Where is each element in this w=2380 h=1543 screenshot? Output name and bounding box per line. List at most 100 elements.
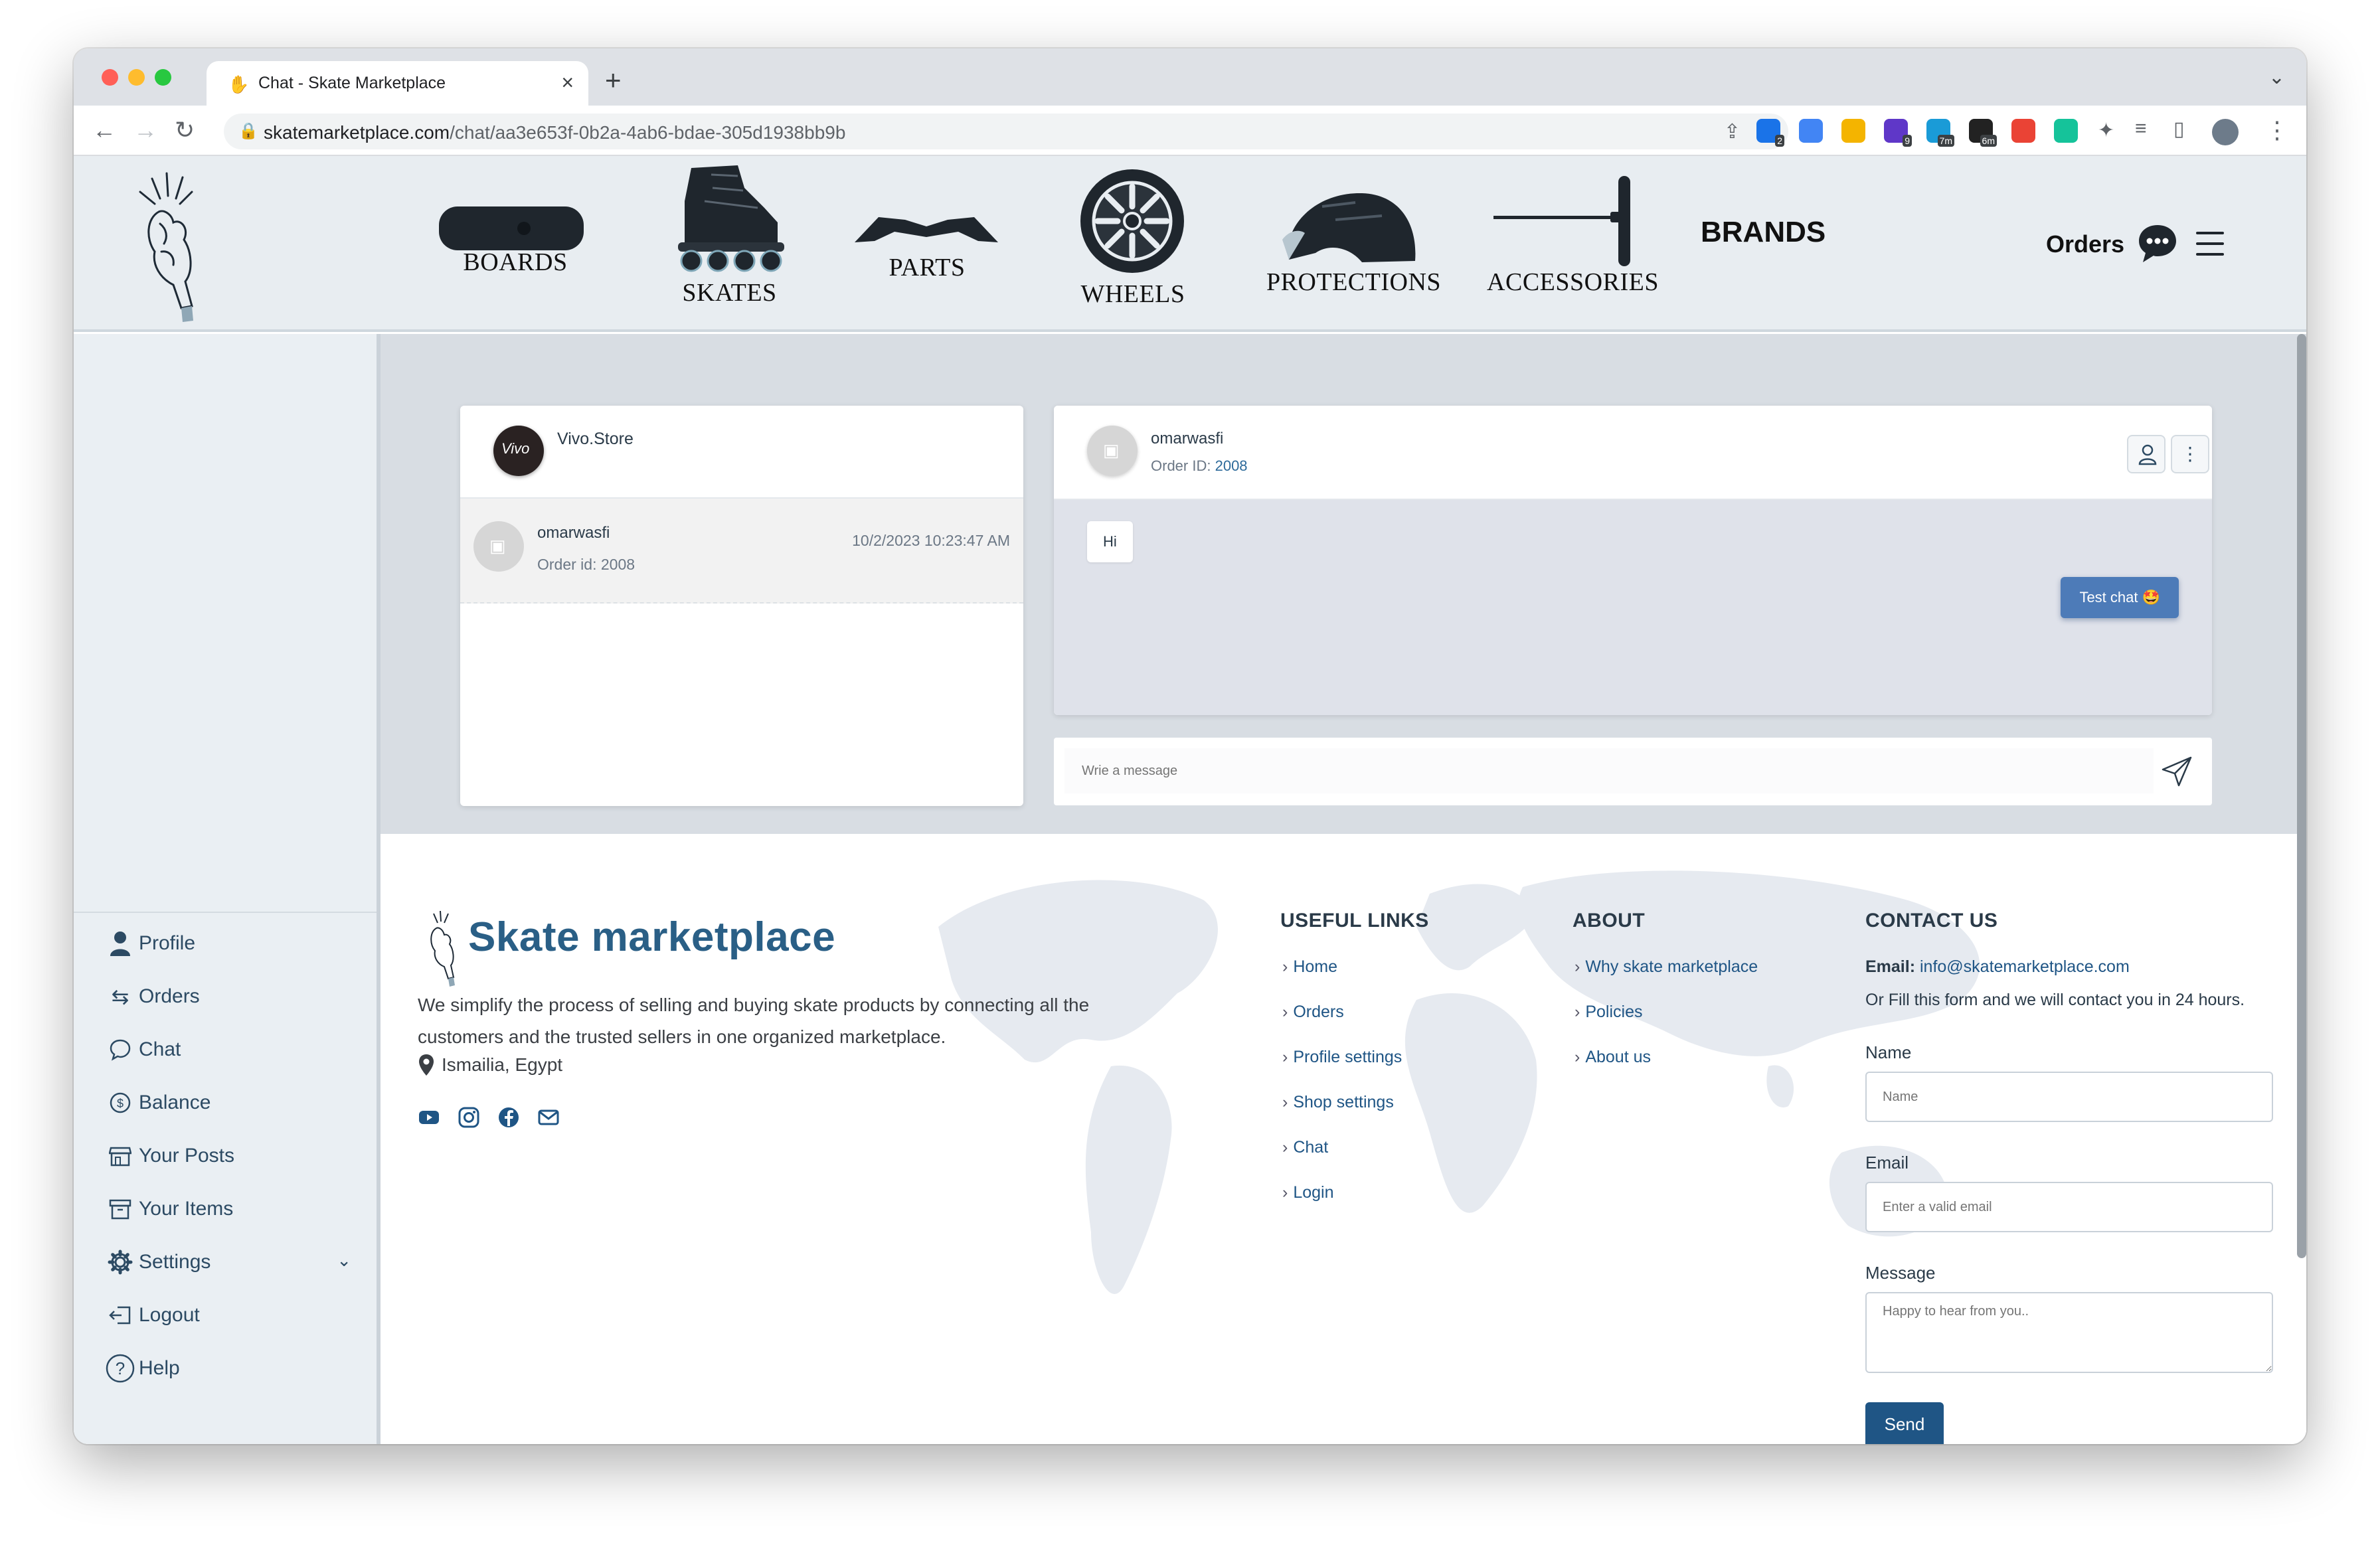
accessories-category-image[interactable] bbox=[1491, 175, 1650, 268]
page-scrollbar[interactable] bbox=[2297, 334, 2306, 1258]
sidebar-item-help[interactable]: ? Help bbox=[106, 1348, 180, 1388]
conversation-item[interactable]: ▣ omarwasfi Order id: 2008 10/2/2023 10:… bbox=[460, 499, 1023, 604]
sidebar-divider bbox=[74, 912, 377, 913]
user-avatar: ▣ bbox=[473, 521, 524, 572]
instagram-icon[interactable] bbox=[458, 1106, 480, 1129]
extension-icon-6[interactable]: 6m bbox=[1969, 119, 1997, 147]
footer-link-why-skate-marketplace[interactable]: Why skate marketplace bbox=[1574, 957, 1758, 977]
sidebar-item-label: Settings bbox=[139, 1251, 211, 1273]
box-icon bbox=[106, 1194, 135, 1224]
translate-icon[interactable] bbox=[1799, 119, 1823, 143]
category-protections[interactable]: PROTECTIONS bbox=[1266, 268, 1442, 297]
sidebar-item-profile[interactable]: Profile bbox=[106, 924, 195, 963]
sidebar-item-settings[interactable]: Settings ⌄ bbox=[106, 1242, 351, 1282]
sidebar-item-logout[interactable]: Logout bbox=[106, 1295, 200, 1335]
extension-icon-4[interactable]: 9 bbox=[1884, 119, 1912, 147]
svg-text:?: ? bbox=[116, 1358, 125, 1378]
new-tab-icon[interactable]: + bbox=[605, 64, 622, 96]
sidebar-item-your-items[interactable]: Your Items bbox=[106, 1189, 233, 1229]
extension-icon-5[interactable]: 7m bbox=[1926, 119, 1954, 147]
facebook-icon[interactable] bbox=[497, 1106, 520, 1129]
camera-icon: ▣ bbox=[1103, 440, 1120, 460]
footer-link-policies[interactable]: Policies bbox=[1574, 1003, 1642, 1022]
active-user-avatar: ▣ bbox=[1087, 426, 1138, 476]
chevron-down-icon[interactable]: ⌄ bbox=[2268, 66, 2285, 89]
store-header: Vivo Vivo.Store bbox=[460, 406, 1023, 499]
category-skates[interactable]: SKATES bbox=[671, 278, 788, 307]
grammar-icon[interactable] bbox=[2054, 119, 2078, 143]
skates-category-image[interactable] bbox=[665, 161, 791, 274]
contact-email-link[interactable]: info@skatemarketplace.com bbox=[1920, 957, 2130, 976]
address-bar[interactable]: 🔒 skatemarketplace.com/chat/aa3e653f-0b2… bbox=[224, 114, 1788, 149]
reading-list-icon[interactable]: ≡ bbox=[2135, 118, 2147, 140]
hamburger-menu-icon[interactable] bbox=[2195, 230, 2225, 257]
active-user-name: omarwasfi bbox=[1151, 430, 1224, 447]
parts-category-image[interactable] bbox=[852, 204, 1001, 250]
orders-link[interactable]: Orders bbox=[2046, 230, 2124, 258]
category-wheels[interactable]: WHEELS bbox=[1076, 280, 1189, 309]
side-panel-icon[interactable]: ▯ bbox=[2173, 118, 2185, 141]
puzzle-icon[interactable]: ✦ bbox=[2098, 119, 2114, 142]
browser-toolbar: ← → ↻ 🔒 skatemarketplace.com/chat/aa3e65… bbox=[74, 106, 2306, 156]
store-avatar[interactable]: Vivo bbox=[493, 426, 544, 476]
sidebar-item-chat[interactable]: Chat bbox=[106, 1030, 181, 1070]
sidebar-item-label: Logout bbox=[139, 1304, 200, 1326]
profile-avatar[interactable] bbox=[2212, 119, 2239, 145]
footer-link-home[interactable]: Home bbox=[1282, 957, 1337, 977]
close-window-button[interactable] bbox=[102, 69, 118, 86]
message-input[interactable] bbox=[1064, 748, 2154, 793]
tab-title: Chat - Skate Marketplace bbox=[258, 74, 446, 92]
chat-bubble-icon[interactable] bbox=[2136, 222, 2179, 265]
browser-tab[interactable]: ✋ Chat - Skate Marketplace × bbox=[207, 61, 588, 106]
message-textarea[interactable] bbox=[1865, 1292, 2273, 1373]
footer-link-login[interactable]: Login bbox=[1282, 1183, 1333, 1202]
site-logo-icon[interactable] bbox=[120, 165, 213, 325]
chevron-down-icon[interactable]: ⌄ bbox=[337, 1250, 351, 1271]
sidebar-item-balance[interactable]: $ Balance bbox=[106, 1083, 211, 1123]
send-button[interactable]: Send bbox=[1865, 1402, 1944, 1444]
footer-link-shop-settings[interactable]: Shop settings bbox=[1282, 1093, 1394, 1112]
gmail-icon[interactable] bbox=[2011, 119, 2035, 143]
minimize-window-button[interactable] bbox=[128, 69, 145, 86]
location-text: Ismailia, Egypt bbox=[442, 1054, 563, 1075]
send-icon[interactable] bbox=[2162, 756, 2192, 787]
more-menu-icon[interactable]: ⋮ bbox=[2265, 116, 2289, 144]
store-name: Vivo.Store bbox=[557, 430, 634, 448]
analytics-icon[interactable] bbox=[1841, 119, 1865, 143]
contact-heading: CONTACT US bbox=[1865, 910, 1998, 932]
email-input[interactable] bbox=[1865, 1182, 2273, 1232]
sidebar-item-label: Help bbox=[139, 1357, 180, 1379]
back-arrow-icon[interactable]: ← bbox=[92, 116, 116, 144]
category-parts[interactable]: PARTS bbox=[867, 253, 987, 282]
share-icon[interactable]: ⇪ bbox=[1724, 120, 1741, 143]
name-input[interactable] bbox=[1865, 1072, 2273, 1122]
more-options-icon[interactable]: ⋮ bbox=[2171, 435, 2209, 473]
category-boards[interactable]: BOARDS bbox=[459, 248, 572, 277]
forward-arrow-icon[interactable]: → bbox=[133, 116, 157, 144]
extension-badge: 7m bbox=[1937, 135, 1954, 147]
url-path: /chat/aa3e653f-0b2a-4ab6-bdae-305d1938bb… bbox=[450, 122, 846, 143]
protections-category-image[interactable] bbox=[1276, 187, 1422, 270]
sidebar-item-orders[interactable]: ⇆ Orders bbox=[106, 977, 200, 1016]
email-icon[interactable] bbox=[537, 1106, 560, 1129]
web-page: BOARDS SKATES PARTS WHEELS PROTECTIONS A… bbox=[74, 156, 2306, 1444]
brands-link[interactable]: BRANDS bbox=[1701, 216, 1826, 249]
reload-icon[interactable]: ↻ bbox=[175, 116, 195, 144]
contact-note: Or Fill this form and we will contact yo… bbox=[1865, 991, 2245, 1009]
sidebar: Profile ⇆ Orders Chat $ Balance Your Pos… bbox=[74, 334, 381, 1444]
footer-link-about-us[interactable]: About us bbox=[1574, 1048, 1651, 1067]
sidebar-item-your-posts[interactable]: Your Posts bbox=[106, 1136, 234, 1176]
footer-link-chat[interactable]: Chat bbox=[1282, 1138, 1328, 1157]
extension-icon-1[interactable]: 2 bbox=[1756, 119, 1784, 147]
arrows-icon: ⇆ bbox=[111, 985, 129, 1009]
category-accessories[interactable]: ACCESSORIES bbox=[1485, 268, 1661, 297]
close-tab-icon[interactable]: × bbox=[561, 70, 574, 95]
maximize-window-button[interactable] bbox=[155, 69, 171, 86]
footer-link-profile-settings[interactable]: Profile settings bbox=[1282, 1048, 1402, 1067]
user-profile-button[interactable] bbox=[2127, 435, 2166, 473]
order-id-link[interactable]: 2008 bbox=[1215, 457, 1248, 474]
footer-link-orders[interactable]: Orders bbox=[1282, 1003, 1343, 1022]
person-icon bbox=[106, 929, 135, 958]
wheels-category-image[interactable] bbox=[1078, 167, 1187, 276]
youtube-icon[interactable] bbox=[418, 1106, 440, 1129]
